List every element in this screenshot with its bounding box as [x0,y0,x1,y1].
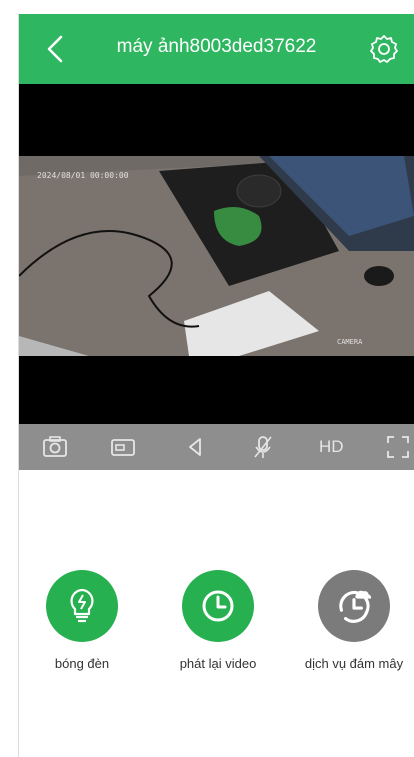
feature-panel: bóng đèn phát lại video dịch vụ đám mây [19,470,414,757]
microphone-button[interactable] [249,433,277,461]
lightbulb-button[interactable] [46,570,118,642]
camera-title: máy ảnh8003ded37622 [116,36,317,57]
record-button[interactable] [109,433,137,461]
cloud-service-button[interactable] [318,570,390,642]
back-button[interactable] [41,34,71,64]
speaker-button[interactable] [181,433,209,461]
playback-button[interactable] [182,570,254,642]
header-bar: máy ảnh8003ded37622 [19,14,414,84]
speaker-icon [189,438,201,456]
lightbulb-icon [70,588,94,623]
feature-cloud-service[interactable]: dịch vụ đám mây [289,570,414,671]
video-player[interactable]: 2024/08/01 00:00:00 CAMERA [19,84,414,424]
camera-screen: máy ảnh8003ded37622 2024/08/01 00:00:00 [19,14,414,757]
feature-label: phát lại video [179,656,257,671]
feature-playback[interactable]: phát lại video [153,570,283,671]
camera-feed-image: 2024/08/01 00:00:00 CAMERA [19,156,414,356]
feature-lightbulb[interactable]: bóng đèn [19,570,147,671]
video-toolbar: HD [19,424,414,470]
feature-label: dịch vụ đám mây [304,656,404,671]
mute-microphone-icon [254,436,272,458]
camera-snapshot-icon [43,436,67,457]
fullscreen-button[interactable] [384,433,412,461]
clock-icon [202,590,234,622]
record-video-icon [111,439,135,456]
feature-label: bóng đèn [54,656,110,671]
chevron-left-icon [47,35,63,63]
hd-quality-button[interactable]: HD [319,437,344,457]
timestamp-overlay: 2024/08/01 00:00:00 [37,171,129,180]
camera-label-overlay: CAMERA [337,338,363,346]
settings-button[interactable] [368,33,400,65]
gear-icon [370,35,398,63]
fullscreen-icon [387,436,409,458]
snapshot-button[interactable] [41,433,69,461]
cloud-clock-icon [339,590,372,623]
